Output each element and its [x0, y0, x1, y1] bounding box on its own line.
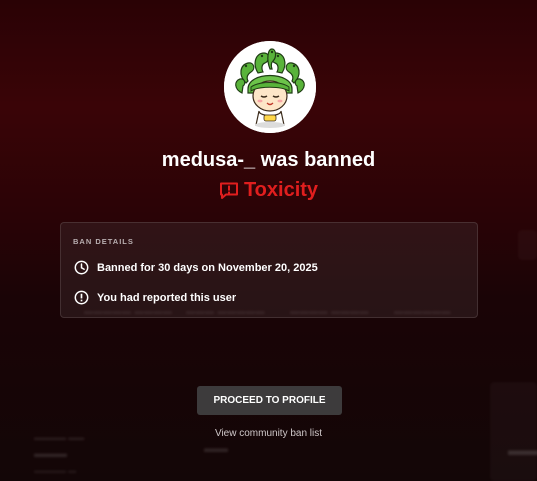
- alert-circle-icon: [74, 290, 89, 305]
- background-heading: ▬▬▬: [508, 442, 537, 459]
- medusa-avatar-icon: [224, 41, 316, 133]
- background-panel-right: [518, 230, 537, 260]
- background-stat-value: ▬▬: [204, 441, 228, 455]
- background-stat-value: ▬▬▬: [34, 448, 67, 460]
- proceed-to-profile-button[interactable]: PROCEED TO PROFILE: [197, 386, 342, 415]
- clock-icon: [74, 260, 89, 275]
- report-message-icon: [219, 182, 238, 199]
- ban-reason: Toxicity: [0, 179, 537, 202]
- reported-text: You had reported this user: [97, 291, 237, 304]
- ban-duration-row: Banned for 30 days on November 20, 2025: [74, 260, 318, 275]
- user-avatar: [224, 41, 316, 133]
- reported-row: You had reported this user: [74, 290, 236, 305]
- ban-reason-label: Toxicity: [243, 179, 319, 201]
- background-stat-label: ▬▬▬▬ ▬: [34, 466, 77, 475]
- ban-details-heading: BAN DETAILS: [73, 237, 134, 246]
- ban-title: medusa-_ was banned: [161, 149, 376, 171]
- community-ban-list-link[interactable]: View community ban list: [0, 428, 537, 439]
- ban-duration-text: Banned for 30 days on November 20, 2025: [97, 261, 318, 274]
- ban-details-panel: BAN DETAILS Banned for 30 days on Novemb…: [60, 222, 478, 318]
